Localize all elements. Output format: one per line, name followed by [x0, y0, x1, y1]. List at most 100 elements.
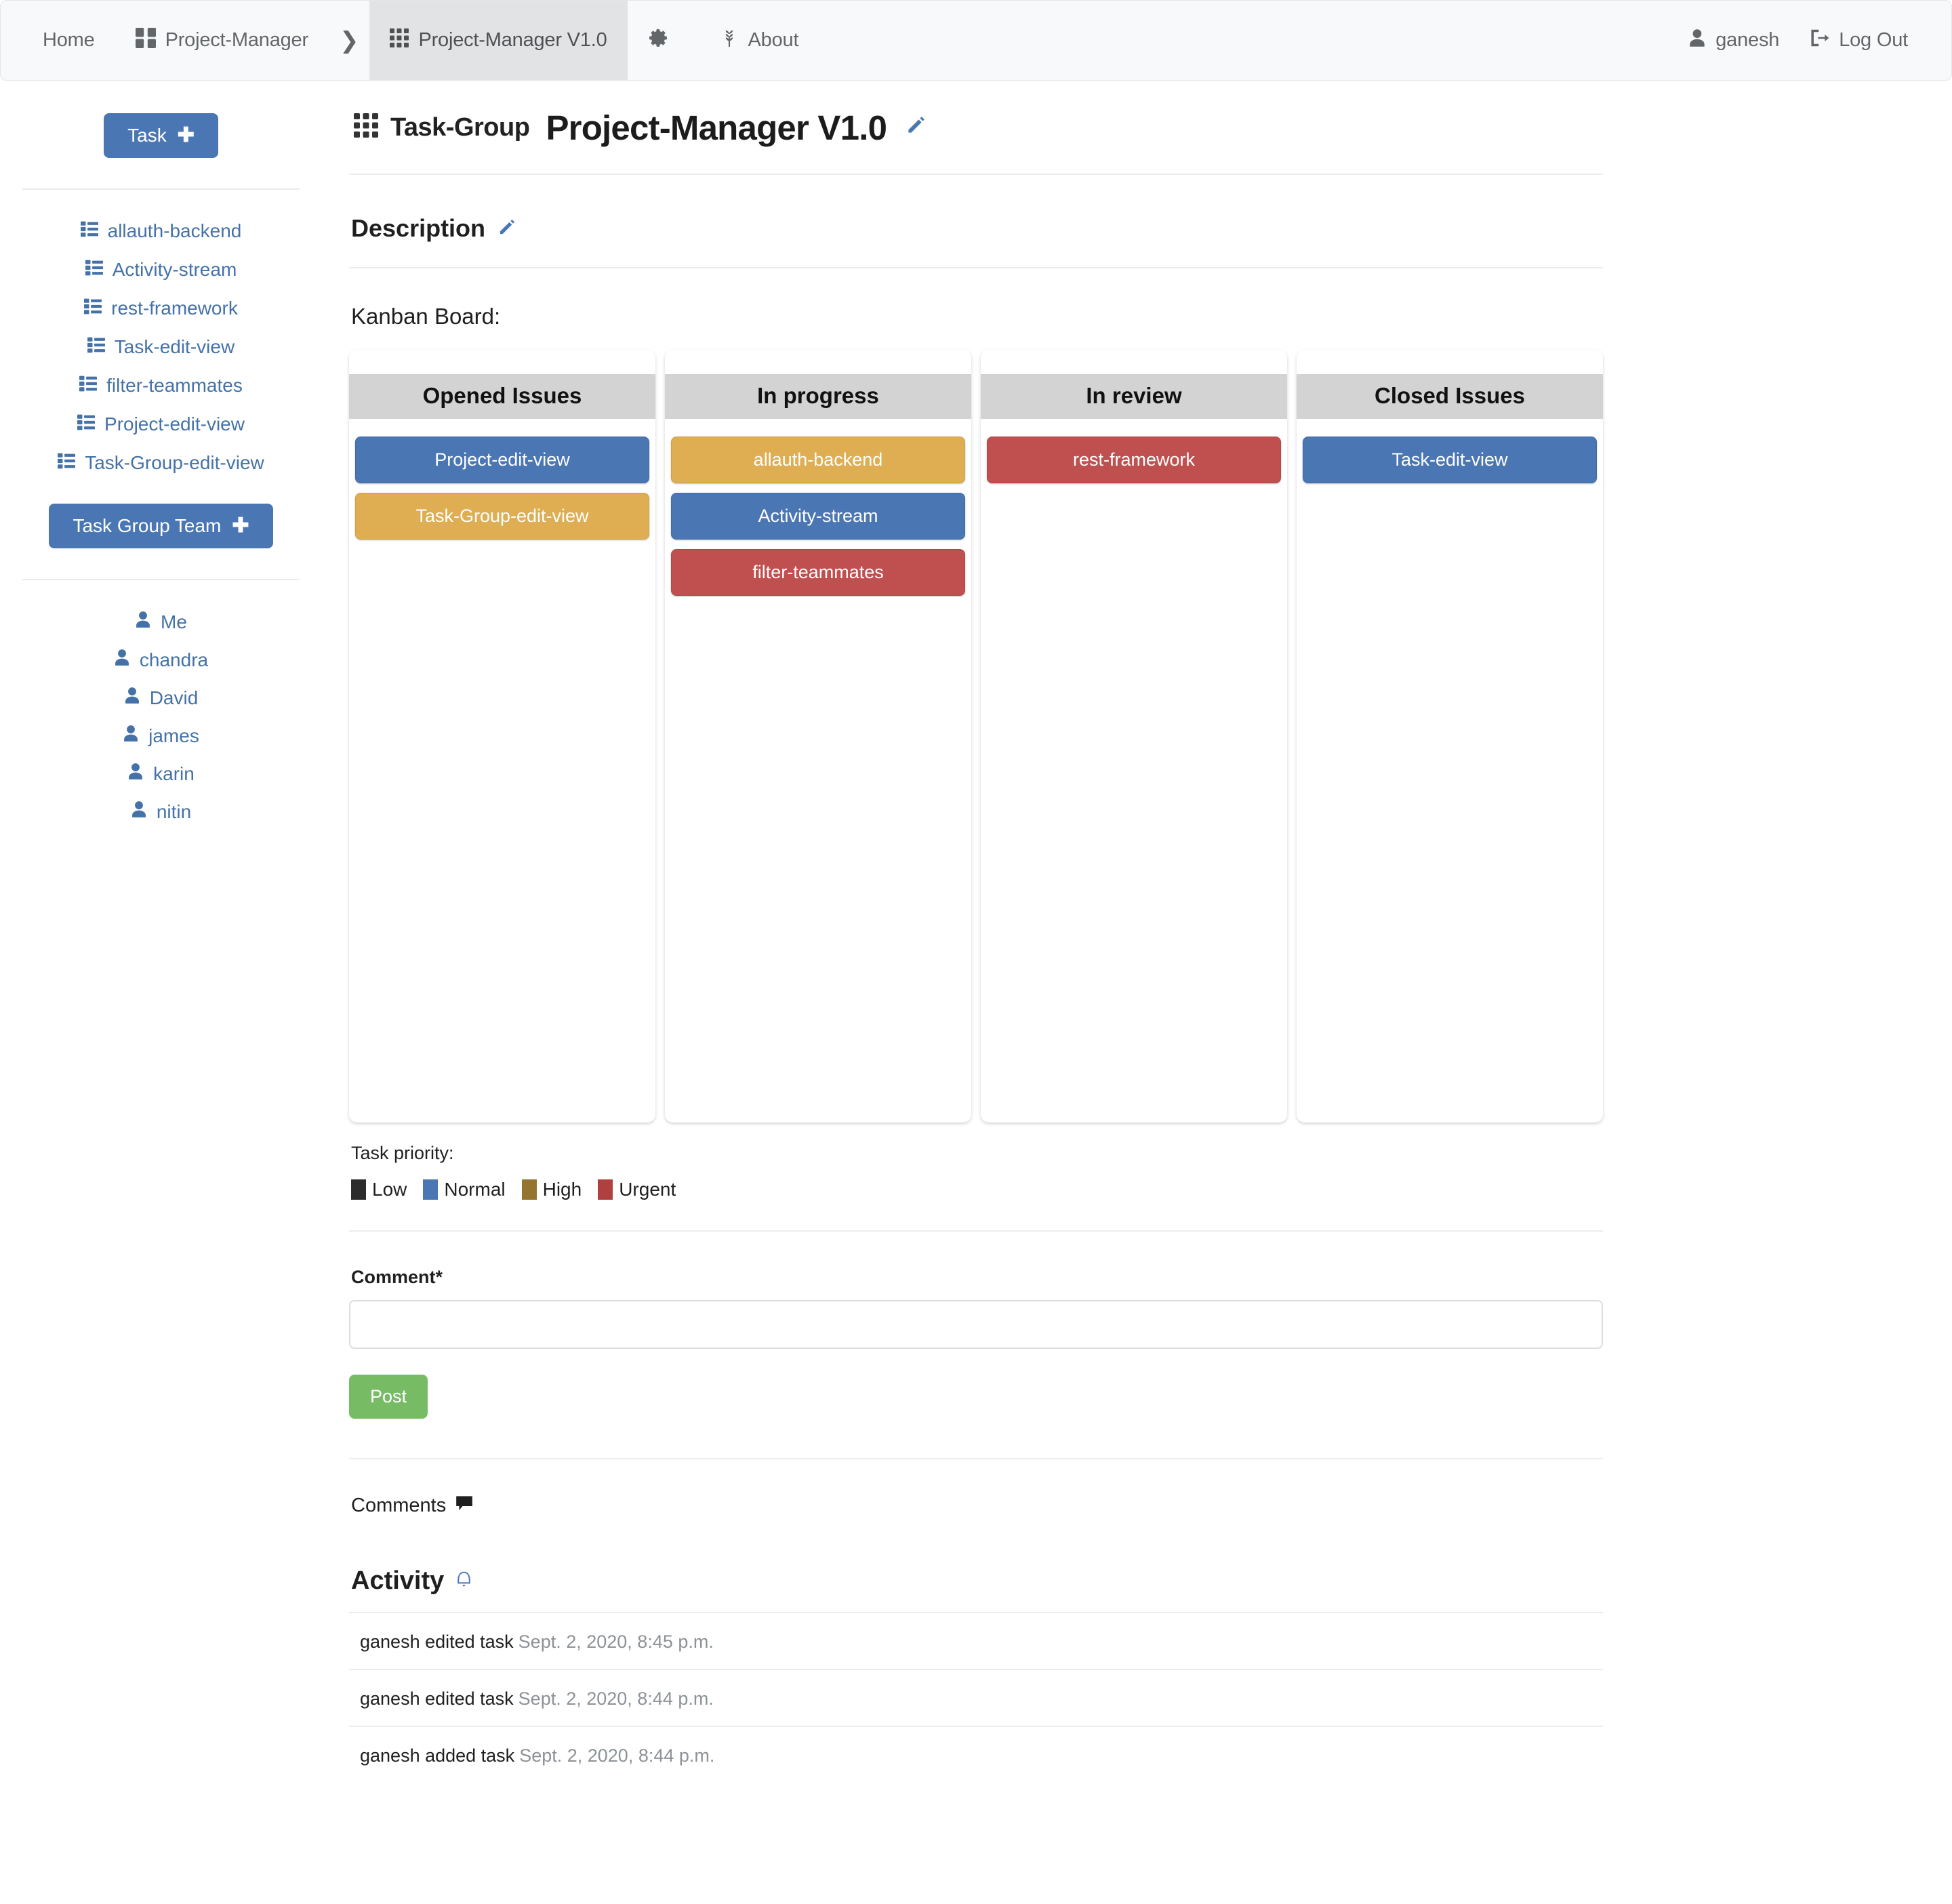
comment-input[interactable] — [349, 1300, 1603, 1349]
add-task-button[interactable]: Task ✚ — [104, 113, 218, 158]
th-list-icon — [77, 413, 96, 435]
post-button-wrap: Post — [349, 1349, 1603, 1419]
description-heading: Description — [349, 214, 1603, 243]
team-member-james[interactable]: james — [123, 725, 199, 747]
edit-description-pencil-icon[interactable] — [497, 214, 516, 243]
team-member-label: nitin — [156, 801, 192, 822]
user-icon — [114, 649, 130, 671]
team-member-label: james — [148, 725, 199, 746]
legend-label-normal: Normal — [444, 1179, 506, 1200]
kanban-column-opened-issues: Opened Issues Project-edit-view Task-Gro… — [349, 350, 655, 1122]
list-item: Task-Group-edit-view — [0, 452, 322, 474]
th-list-icon — [84, 298, 102, 319]
sidebar-item-task-group-edit-view[interactable]: Task-Group-edit-view — [58, 452, 264, 474]
sidebar-item-project-edit-view[interactable]: Project-edit-view — [77, 413, 245, 435]
nav-item-project-manager-v1[interactable]: Project-Manager V1.0 — [369, 1, 628, 80]
kanban-card[interactable]: Task-edit-view — [1303, 437, 1597, 483]
sidebar-item-label: Activity-stream — [112, 259, 237, 280]
user-icon — [131, 801, 147, 823]
sidebar-item-label: allauth-backend — [107, 220, 242, 241]
task-priority-label: Task priority: — [351, 1143, 454, 1163]
th-list-icon — [79, 375, 98, 397]
legend-swatch-low — [351, 1179, 366, 1200]
list-item: filter-teammates — [0, 375, 322, 397]
kanban-card[interactable]: Task-Group-edit-view — [355, 493, 649, 540]
kanban-card[interactable]: rest-framework — [987, 437, 1281, 483]
th-large-icon — [135, 27, 156, 54]
kanban-column-title: Closed Issues — [1297, 374, 1603, 419]
description-heading-label: Description — [351, 214, 486, 242]
kanban-card[interactable]: Project-edit-view — [355, 437, 649, 483]
kanban-column-cards[interactable]: Project-edit-view Task-Group-edit-view — [349, 419, 655, 549]
nav-item-project-manager[interactable]: Project-Manager — [115, 1, 329, 80]
activity-timestamp: Sept. 2, 2020, 8:45 p.m. — [518, 1632, 714, 1652]
sidebar-item-label: Project-edit-view — [104, 413, 245, 434]
nav-item-user[interactable]: ganesh — [1673, 1, 1794, 80]
sidebar-item-rest-framework[interactable]: rest-framework — [84, 298, 238, 319]
kanban-column-in-review: In review rest-framework — [981, 350, 1287, 1122]
kanban-card[interactable]: Activity-stream — [671, 493, 965, 540]
main-content: Task-Group Project-Manager V1.0 Descript… — [322, 81, 1603, 1783]
gear-icon — [648, 27, 670, 54]
team-member-karin[interactable]: karin — [127, 763, 195, 785]
nav-item-settings[interactable] — [628, 1, 699, 80]
activity-text: ganesh edited task — [360, 1688, 514, 1709]
nav-item-logout[interactable]: Log Out — [1794, 1, 1951, 80]
nav-item-project-manager-v1-label: Project-Manager V1.0 — [418, 29, 607, 51]
kanban-board-label: Kanban Board: — [351, 304, 501, 329]
add-task-button-label: Task — [127, 125, 167, 146]
kanban-card[interactable]: allauth-backend — [671, 437, 965, 483]
th-list-icon — [80, 220, 98, 242]
top-navbar: Home Project-Manager ❯ Project-Manager V… — [0, 0, 1952, 81]
edit-title-pencil-icon[interactable] — [906, 115, 926, 140]
activity-text: ganesh edited task — [360, 1632, 514, 1652]
post-comment-button[interactable]: Post — [349, 1375, 428, 1419]
kanban-column-cards[interactable]: allauth-backend Activity-stream filter-t… — [665, 419, 971, 605]
sidebar-item-allauth-backend[interactable]: allauth-backend — [80, 220, 242, 242]
list-item: Me — [0, 611, 322, 633]
navbar-left-group: Home Project-Manager ❯ Project-Manager V… — [1, 1, 819, 80]
legend-swatch-normal — [423, 1179, 439, 1200]
team-member-david[interactable]: David — [124, 687, 198, 709]
kanban-column-title: In progress — [665, 374, 971, 419]
kanban-board: Opened Issues Project-edit-view Task-Gro… — [349, 350, 1603, 1122]
team-member-me[interactable]: Me — [135, 611, 187, 633]
comments-heading-label: Comments — [351, 1495, 447, 1516]
list-item: james — [0, 725, 322, 747]
activity-row: ganesh edited task Sept. 2, 2020, 8:45 p.… — [349, 1612, 1603, 1669]
kanban-column-cards[interactable]: Task-edit-view — [1297, 419, 1603, 493]
page-body: Task ✚ allauth-backend Activity-stream r… — [0, 81, 1952, 1783]
th-list-icon — [85, 259, 103, 281]
sidebar-item-activity-stream[interactable]: Activity-stream — [85, 259, 237, 281]
legend-label-urgent: Urgent — [619, 1179, 676, 1200]
activity-heading: Activity — [349, 1566, 1603, 1596]
page-title-kicker: Task-Group — [390, 113, 530, 142]
activity-text: ganesh added task — [360, 1745, 515, 1766]
logout-icon — [1809, 28, 1829, 53]
kanban-column-cards[interactable]: rest-framework — [981, 419, 1287, 493]
sidebar-divider-bottom — [22, 579, 300, 580]
nav-item-project-manager-label: Project-Manager — [165, 29, 309, 51]
navbar-right-group: ganesh Log Out — [1673, 1, 1951, 80]
activity-timestamp: Sept. 2, 2020, 8:44 p.m. — [518, 1688, 714, 1709]
nav-item-about[interactable]: About — [699, 1, 819, 80]
add-team-button-label: Task Group Team — [73, 515, 222, 536]
add-team-button-wrap: Task Group Team ✚ — [0, 504, 322, 548]
kanban-column-title: Opened Issues — [349, 374, 655, 419]
sidebar-item-filter-teammates[interactable]: filter-teammates — [79, 375, 243, 397]
add-task-group-team-button[interactable]: Task Group Team ✚ — [49, 504, 273, 548]
task-priority-legend: Low Normal High Urgent — [349, 1179, 1603, 1200]
th-list-icon — [58, 452, 76, 474]
legend-item-normal: Normal — [423, 1179, 506, 1200]
activity-list: ganesh edited task Sept. 2, 2020, 8:45 p.… — [349, 1612, 1603, 1783]
nav-item-home[interactable]: Home — [1, 1, 115, 80]
kanban-card[interactable]: filter-teammates — [671, 549, 965, 596]
activity-row: ganesh added task Sept. 2, 2020, 8:44 p.m… — [349, 1726, 1603, 1783]
team-member-nitin[interactable]: nitin — [131, 801, 191, 823]
activity-heading-label: Activity — [351, 1566, 445, 1595]
sidebar-item-task-edit-view[interactable]: Task-edit-view — [87, 336, 235, 358]
activity-row: ganesh edited task Sept. 2, 2020, 8:44 p.… — [349, 1669, 1603, 1726]
kanban-column-closed-issues: Closed Issues Task-edit-view — [1297, 350, 1603, 1122]
team-member-chandra[interactable]: chandra — [114, 649, 208, 671]
th-icon — [354, 113, 378, 142]
